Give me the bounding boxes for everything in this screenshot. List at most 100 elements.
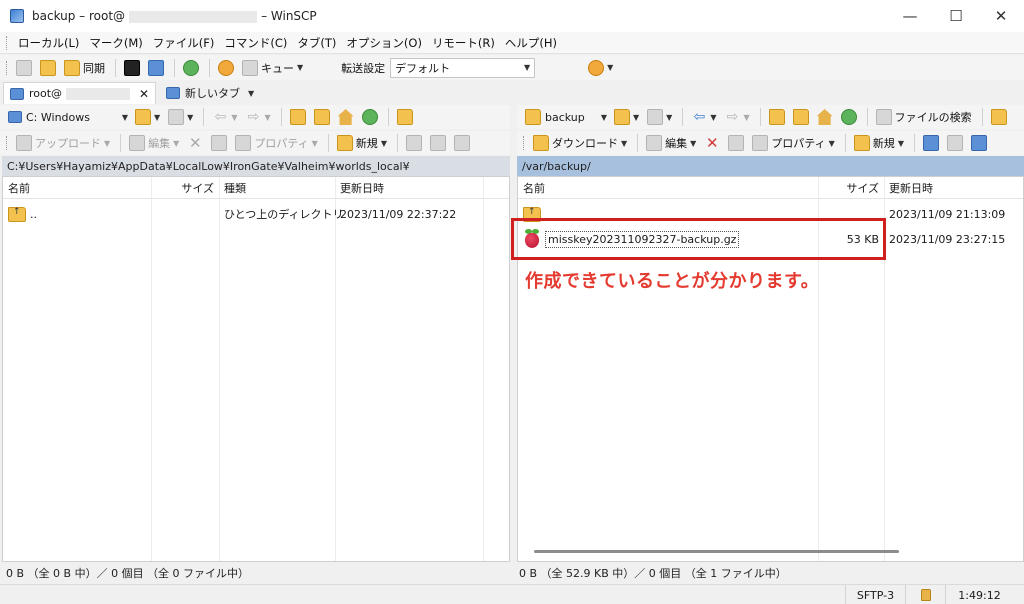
- right-path-bar[interactable]: /var/backup/: [517, 156, 1024, 176]
- right-root-dir-button[interactable]: [790, 107, 812, 127]
- new-folder-icon: [336, 135, 353, 151]
- tree-icon: [990, 109, 1007, 125]
- left-delete-button[interactable]: ✕: [184, 133, 206, 153]
- left-filter-select-button[interactable]: [451, 133, 473, 153]
- left-refresh-button[interactable]: [359, 107, 381, 127]
- right-properties-button[interactable]: プロパティ ▼: [749, 133, 838, 153]
- menu-help[interactable]: ヘルプ(H): [500, 35, 562, 51]
- right-select-button[interactable]: [920, 133, 942, 153]
- left-col-type[interactable]: 種類: [219, 177, 335, 198]
- right-new-label: 新規: [872, 137, 895, 150]
- left-properties-button[interactable]: プロパティ ▼: [232, 133, 321, 153]
- left-rename-button[interactable]: [208, 133, 230, 153]
- toolbar-separator: [637, 134, 639, 152]
- right-filter-button[interactable]: ▼: [644, 107, 675, 127]
- left-properties-label: プロパティ: [254, 137, 309, 150]
- menu-mark[interactable]: マーク(M): [84, 35, 147, 51]
- chevron-down-icon: ▼: [828, 138, 835, 148]
- left-col-size[interactable]: サイズ: [151, 177, 219, 198]
- right-edit-button[interactable]: 編集 ▼: [643, 133, 699, 153]
- encryption-lock[interactable]: [905, 585, 945, 604]
- find-files-button[interactable]: ファイルの検索: [873, 107, 975, 127]
- terminal-button[interactable]: [121, 58, 143, 78]
- right-col-size[interactable]: サイズ: [818, 177, 884, 198]
- session-tab-bar: root@ ✕ 新しいタブ ▼: [0, 80, 1024, 104]
- right-delete-button[interactable]: ✕: [701, 133, 723, 153]
- close-button[interactable]: ✕: [978, 0, 1024, 32]
- toolbar-grip: [6, 136, 9, 150]
- new-folder-icon: [853, 135, 870, 151]
- right-refresh-button[interactable]: [838, 107, 860, 127]
- new-tab-icon: [166, 87, 180, 99]
- filter-icon: [453, 135, 470, 151]
- sync-button[interactable]: 同期: [61, 58, 108, 78]
- right-col-modified[interactable]: 更新日時: [884, 177, 1004, 198]
- right-parent-dir-button[interactable]: [766, 107, 788, 127]
- rename-icon: [728, 135, 745, 151]
- menu-options[interactable]: オプション(O): [341, 35, 427, 51]
- table-row[interactable]: ↑.. ひとつ上のディレクトリ 2023/11/09 22:37:22: [3, 203, 509, 225]
- compare-dirs-button[interactable]: [13, 58, 35, 78]
- left-file-list[interactable]: 名前 サイズ 種類 更新日時 ↑.. ひとつ上のディレクトリ 2023/11/0…: [2, 176, 510, 562]
- upload-button[interactable]: アップロード ▼: [13, 133, 113, 153]
- left-open-dir-button[interactable]: ▼: [132, 107, 163, 127]
- left-drive-select[interactable]: C: Windows ▼: [4, 107, 132, 127]
- synchronize-browse-button[interactable]: [37, 58, 59, 78]
- transfer-settings-select[interactable]: デフォルト ▼: [390, 57, 536, 78]
- right-new-button[interactable]: 新規 ▼: [851, 133, 907, 153]
- root-dir-icon: [792, 109, 809, 125]
- right-rename-button[interactable]: [725, 133, 747, 153]
- putty-button[interactable]: [145, 58, 167, 78]
- left-home-button[interactable]: [335, 107, 357, 127]
- row-modified: 2023/11/09 23:27:15: [889, 232, 1006, 246]
- toolbar-separator: [120, 134, 122, 152]
- right-forward-button[interactable]: ⇨ ▼: [721, 107, 752, 127]
- menu-remote[interactable]: リモート(R): [427, 35, 500, 51]
- right-home-button[interactable]: [814, 107, 836, 127]
- right-tree-button[interactable]: [988, 107, 1010, 127]
- left-forward-button[interactable]: ⇨ ▼: [242, 107, 273, 127]
- right-unselect-button[interactable]: [944, 133, 966, 153]
- left-filter-button[interactable]: ▼: [165, 107, 196, 127]
- menu-local[interactable]: ローカル(L): [13, 35, 84, 51]
- right-dir-select[interactable]: backup ▼: [521, 107, 611, 127]
- minimize-button[interactable]: —: [887, 0, 933, 32]
- left-new-button[interactable]: 新規 ▼: [334, 133, 390, 153]
- queue-button[interactable]: キュー ▼: [239, 58, 306, 78]
- left-unselect-button[interactable]: [427, 133, 449, 153]
- menu-tab[interactable]: タブ(T): [292, 35, 341, 51]
- left-col-modified[interactable]: 更新日時: [335, 177, 483, 198]
- left-col-name[interactable]: 名前: [3, 177, 151, 198]
- refresh-session-button[interactable]: [180, 58, 202, 78]
- left-parent-dir-button[interactable]: [287, 107, 309, 127]
- filter-icon: [168, 109, 185, 125]
- left-tree-button[interactable]: [394, 107, 416, 127]
- menu-file[interactable]: ファイル(F): [148, 35, 220, 51]
- maximize-button[interactable]: ☐: [933, 0, 979, 32]
- status-bar: SFTP-3 1:49:12: [0, 584, 1024, 604]
- right-open-dir-button[interactable]: ▼: [611, 107, 642, 127]
- transfer-options-button[interactable]: ▼: [585, 58, 616, 78]
- left-select-button[interactable]: [403, 133, 425, 153]
- right-back-button[interactable]: ⇦ ▼: [688, 107, 719, 127]
- transfer-options-icon: [588, 59, 605, 76]
- tab-session[interactable]: root@ ✕: [3, 82, 156, 104]
- download-button[interactable]: ダウンロード ▼: [530, 133, 630, 153]
- redacted-host: [66, 87, 131, 100]
- menu-command[interactable]: コマンド(C): [219, 35, 292, 51]
- left-column-header: 名前 サイズ 種類 更新日時: [3, 177, 509, 199]
- left-status-text: 0 B （全 0 B 中）／ 0 個目 （全 0 ファイル中）: [6, 567, 250, 580]
- left-root-dir-button[interactable]: [311, 107, 333, 127]
- left-edit-button[interactable]: 編集 ▼: [126, 133, 182, 153]
- right-status-text: 0 B （全 52.9 KB 中）／ 0 個目 （全 1 ファイル中）: [519, 567, 787, 580]
- preferences-button[interactable]: [215, 58, 237, 78]
- left-path-bar[interactable]: C:¥Users¥Hayamiz¥AppData¥LocalLow¥IronGa…: [2, 156, 510, 176]
- tab-new[interactable]: 新しいタブ ▼: [160, 82, 260, 104]
- winscp-app-icon: [10, 9, 24, 23]
- chevron-down-icon: ▼: [297, 63, 304, 72]
- horizontal-scrollbar[interactable]: [534, 550, 899, 553]
- left-back-button[interactable]: ⇦ ▼: [209, 107, 240, 127]
- right-col-name[interactable]: 名前: [518, 177, 818, 198]
- right-filter-select-button[interactable]: [968, 133, 990, 153]
- close-tab-icon[interactable]: ✕: [139, 87, 149, 101]
